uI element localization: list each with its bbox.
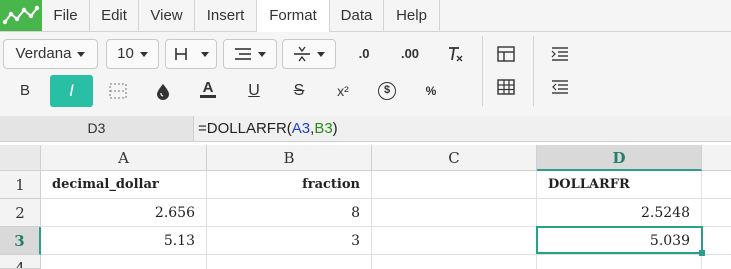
- menu-insert[interactable]: Insert: [195, 0, 257, 31]
- cell-b2[interactable]: 8: [207, 199, 372, 227]
- column-header-c[interactable]: C: [372, 145, 537, 171]
- cell-a1[interactable]: decimal_dollar: [41, 171, 207, 199]
- cell-d1[interactable]: DOLLARFR: [537, 171, 702, 199]
- currency-label: $: [378, 81, 396, 100]
- superscript-icon[interactable]: x²: [328, 76, 358, 106]
- italic-icon[interactable]: I: [50, 75, 93, 107]
- toolbar: Verdana 10 .0 .00 B I A U S x² $ %: [0, 32, 731, 117]
- cell-e1[interactable]: [702, 171, 731, 199]
- font-size-value: 10: [117, 45, 134, 62]
- spreadsheet-grid: A B C D 1 2 3 4 decimal_dollar fraction …: [0, 145, 731, 269]
- borders-dotted-icon[interactable]: [103, 76, 133, 106]
- row-header-3[interactable]: 3: [0, 227, 41, 255]
- app-logo-icon: [0, 0, 42, 31]
- column-header-a[interactable]: A: [41, 145, 207, 171]
- select-all-corner[interactable]: [0, 145, 41, 171]
- menu-help[interactable]: Help: [384, 0, 440, 31]
- formula-prefix: =DOLLARFR(: [198, 120, 292, 137]
- strikethrough-icon[interactable]: S: [284, 76, 314, 106]
- increase-decimals-icon[interactable]: .0: [349, 39, 379, 69]
- cell-reference-box[interactable]: D3: [0, 116, 194, 141]
- merge-cells-icon[interactable]: [491, 39, 521, 69]
- column-header-d[interactable]: D: [537, 145, 702, 171]
- menu-format[interactable]: Format: [257, 0, 330, 32]
- cell-b3[interactable]: 3: [207, 227, 372, 255]
- strikethrough-label: S: [293, 82, 305, 99]
- bold-icon[interactable]: B: [10, 76, 40, 106]
- decrease-decimals-label: .00: [400, 46, 420, 61]
- cell-e2[interactable]: [702, 199, 731, 227]
- chevron-down-icon: [258, 51, 266, 57]
- cell-a3[interactable]: 5.13: [41, 227, 207, 255]
- formula-input[interactable]: =DOLLARFR(A3,B3): [198, 116, 338, 141]
- vertical-align-button[interactable]: [282, 39, 336, 69]
- formula-suffix: ): [332, 120, 338, 137]
- horizontal-align-button[interactable]: [223, 39, 277, 69]
- formula-ref-a3: A3: [291, 120, 311, 137]
- menu-file[interactable]: File: [42, 0, 90, 31]
- fill-color-icon[interactable]: [148, 76, 178, 106]
- font-size-select[interactable]: 10: [106, 39, 159, 69]
- cell-e3[interactable]: [702, 227, 731, 255]
- outdent-icon[interactable]: [545, 72, 575, 102]
- formula-bar: D3 =DOLLARFR(A3,B3): [0, 116, 731, 142]
- align-icon: [235, 48, 251, 60]
- row-header-2[interactable]: 2: [0, 199, 41, 227]
- toolbar-divider: [533, 36, 534, 106]
- toolbar-divider: [482, 36, 483, 106]
- cell-d2[interactable]: 2.5248: [537, 199, 702, 227]
- vertical-align-icon: [294, 46, 310, 62]
- increase-decimals-label: .0: [358, 46, 370, 61]
- chevron-down-icon: [201, 51, 209, 57]
- underline-icon[interactable]: U: [239, 76, 269, 106]
- menu-view[interactable]: View: [139, 0, 195, 31]
- cell-c2[interactable]: [372, 199, 537, 227]
- indent-icon[interactable]: [545, 39, 575, 69]
- cell-c1[interactable]: [372, 171, 537, 199]
- currency-icon[interactable]: $: [372, 76, 402, 106]
- superscript-label: x²: [337, 83, 349, 99]
- column-header-overflow: [702, 145, 731, 171]
- decrease-decimals-icon[interactable]: .00: [395, 39, 425, 69]
- fill-handle[interactable]: [699, 250, 705, 256]
- clear-formatting-icon[interactable]: [440, 39, 470, 69]
- menu-data[interactable]: Data: [330, 0, 384, 31]
- italic-label: I: [69, 81, 74, 100]
- row-header-1[interactable]: 1: [0, 171, 41, 199]
- borders-icon: [175, 48, 187, 61]
- bold-label: B: [19, 82, 30, 99]
- menu-bar: File Edit View Insert Format Data Help: [0, 0, 731, 32]
- underline-label: U: [248, 82, 260, 99]
- cell-b1[interactable]: fraction: [207, 171, 372, 199]
- chevron-down-icon: [317, 51, 325, 57]
- cell-a2[interactable]: 2.656: [41, 199, 207, 227]
- percent-icon[interactable]: %: [416, 76, 446, 106]
- table-icon[interactable]: [491, 72, 521, 102]
- font-family-select[interactable]: Verdana: [3, 39, 98, 69]
- column-header-b[interactable]: B: [207, 145, 372, 171]
- font-family-value: Verdana: [15, 45, 72, 62]
- text-color-icon[interactable]: A: [193, 74, 223, 104]
- chevron-down-icon: [139, 51, 148, 57]
- menu-edit[interactable]: Edit: [90, 0, 139, 31]
- svg-text:A: A: [203, 79, 214, 96]
- cell-d3[interactable]: 5.039: [537, 227, 702, 255]
- borders-button[interactable]: [165, 39, 217, 69]
- formula-ref-b3: B3: [314, 120, 333, 137]
- cell-c3[interactable]: [372, 227, 537, 255]
- chevron-down-icon: [77, 51, 86, 57]
- percent-label: %: [425, 84, 437, 98]
